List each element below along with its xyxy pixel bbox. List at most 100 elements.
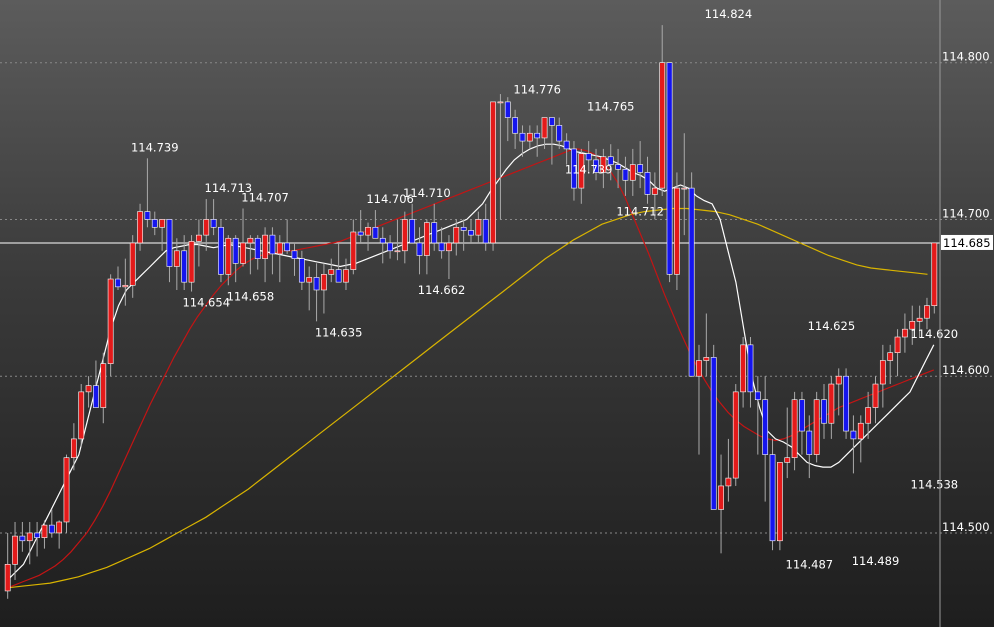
price-annotation: 114.658	[227, 289, 275, 303]
candle-body	[276, 242, 283, 255]
candle-body	[48, 524, 55, 534]
candle-body	[423, 222, 430, 256]
candle-body	[850, 430, 857, 440]
candle-body	[835, 375, 842, 385]
candle-body	[203, 219, 210, 236]
candle-body	[129, 242, 136, 286]
candle-body	[696, 360, 702, 377]
candle-body	[306, 277, 313, 283]
candle-body	[107, 278, 114, 364]
candle-body	[585, 153, 592, 161]
candle-body	[12, 535, 18, 565]
candle-body	[78, 391, 85, 440]
candle-body	[173, 250, 180, 267]
candle-body	[262, 234, 268, 259]
candle-body	[924, 305, 930, 319]
candle-body	[218, 226, 224, 275]
candle-body	[688, 187, 695, 377]
candle-body	[828, 383, 835, 424]
candle-body	[681, 187, 688, 190]
candle-body	[644, 172, 651, 195]
candle-body	[718, 485, 724, 510]
candle-body	[754, 391, 761, 401]
candlestick-chart: 114.824114.776114.765114.739114.713114.7…	[0, 0, 994, 627]
candle-body	[321, 274, 327, 291]
current-price-label: 114.685	[943, 236, 991, 250]
candle-body	[534, 132, 541, 139]
candle-body	[225, 237, 232, 275]
candle-body	[468, 230, 474, 236]
candle-body	[703, 357, 710, 361]
candle-body	[159, 219, 165, 228]
candle-body	[637, 164, 644, 173]
candle-body	[401, 219, 408, 252]
price-annotation: 114.712	[616, 205, 664, 219]
candle-body	[879, 360, 886, 385]
candle-body	[298, 258, 305, 283]
price-annotation: 114.765	[587, 100, 635, 114]
candle-body	[85, 385, 92, 393]
candle-body	[343, 269, 349, 283]
candle-body	[284, 242, 291, 252]
candle-body	[232, 237, 239, 264]
candle-body	[365, 226, 371, 236]
candle-body	[446, 242, 452, 252]
candle-body	[902, 328, 908, 338]
candle-body	[747, 344, 754, 393]
candle-body	[674, 187, 680, 275]
candle-body	[512, 117, 518, 134]
candle-body	[666, 62, 673, 275]
price-annotation: 114.635	[315, 325, 363, 339]
price-annotation: 114.710	[403, 186, 451, 200]
price-annotation: 114.776	[513, 82, 561, 96]
candle-body	[372, 226, 379, 239]
candle-body	[115, 278, 121, 288]
candle-body	[387, 242, 393, 252]
candle-body	[541, 117, 548, 139]
candle-body	[872, 383, 879, 408]
y-tick-label: 114.800	[942, 50, 990, 64]
price-annotation: 114.662	[418, 283, 466, 297]
candle-body	[166, 219, 173, 267]
candle-body	[34, 532, 40, 538]
candle-body	[269, 234, 276, 255]
candle-body	[857, 422, 864, 440]
candle-body	[210, 219, 217, 228]
price-annotation: 114.487	[786, 557, 834, 571]
candle-body	[629, 164, 636, 181]
candle-body	[777, 462, 783, 542]
price-annotation: 114.824	[705, 7, 753, 21]
candle-body	[93, 385, 99, 408]
candle-body	[181, 250, 188, 283]
price-annotation: 114.625	[808, 319, 856, 333]
candle-body	[931, 242, 938, 306]
candle-body	[409, 219, 416, 244]
candle-body	[659, 62, 666, 189]
candle-body	[70, 438, 77, 459]
candle-body	[122, 284, 129, 288]
candle-body	[19, 535, 26, 542]
candle-body	[313, 277, 320, 291]
y-tick-label: 114.700	[942, 206, 990, 220]
candle-body	[784, 457, 791, 463]
candle-body	[769, 454, 776, 542]
candle-body	[335, 269, 342, 283]
y-tick-label: 114.500	[942, 520, 990, 534]
candle-body	[762, 399, 769, 455]
candle-body	[519, 132, 526, 142]
candle-body	[137, 211, 143, 244]
candle-body	[144, 211, 151, 220]
candle-body	[475, 219, 482, 236]
candle-body	[328, 269, 335, 275]
chart-background	[0, 0, 994, 627]
candle-body	[526, 132, 533, 142]
candle-body	[813, 399, 820, 455]
candle-body	[482, 219, 489, 244]
candle-body	[732, 391, 739, 479]
price-annotation: 114.620	[911, 327, 959, 341]
candle-body	[4, 563, 11, 592]
candle-body	[821, 399, 827, 424]
candle-body	[188, 241, 195, 283]
price-annotation: 114.538	[911, 477, 959, 491]
y-tick-label: 114.600	[942, 363, 990, 377]
